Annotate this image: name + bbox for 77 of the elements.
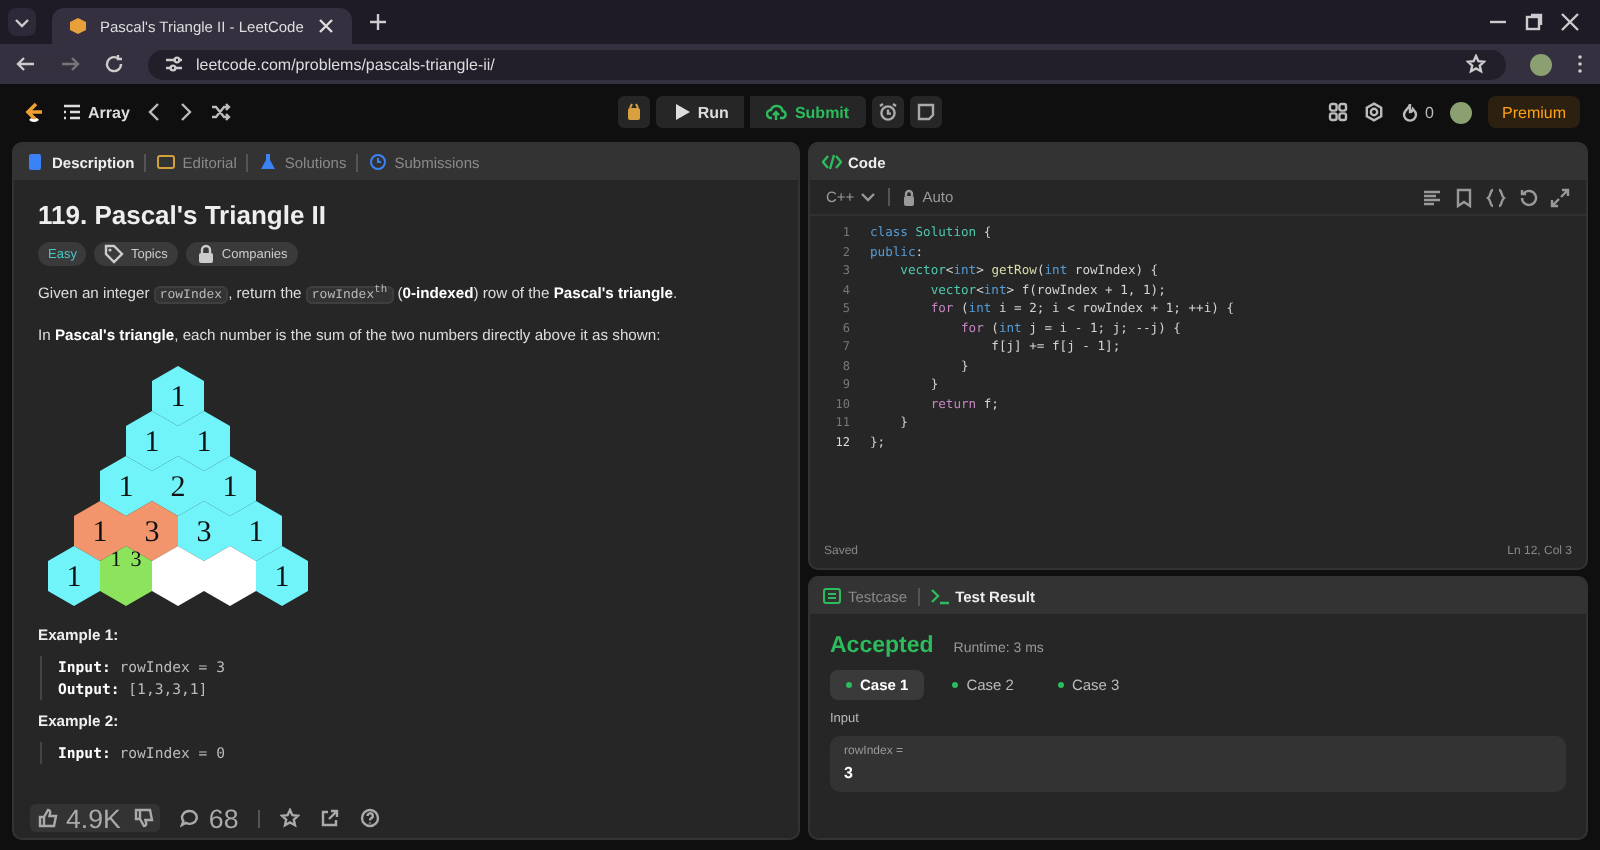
code-icon (822, 152, 842, 172)
menu-icon[interactable] (1576, 54, 1584, 74)
close-icon[interactable] (315, 16, 336, 36)
run-button[interactable]: Run (655, 96, 745, 128)
moving-number: 3 (130, 548, 142, 573)
lock-icon (902, 187, 917, 207)
star-icon[interactable] (1466, 54, 1486, 74)
play-icon (671, 102, 692, 122)
next-icon[interactable] (177, 102, 194, 122)
shuffle-icon[interactable] (209, 102, 232, 122)
alarm-clock-icon[interactable] (871, 96, 904, 128)
caret-icon (860, 190, 877, 204)
status-dot-icon (952, 682, 959, 688)
premium-button[interactable]: Premium (1488, 96, 1581, 128)
close-icon[interactable] (1560, 12, 1580, 32)
expand-icon[interactable] (1550, 187, 1570, 207)
status-dot-icon (1057, 682, 1064, 688)
cell-number: 1 (144, 427, 160, 460)
flame-icon[interactable] (1399, 102, 1420, 122)
document-icon (26, 152, 46, 172)
cell-number: 2 (170, 472, 186, 505)
previous-icon[interactable] (145, 102, 162, 122)
cell-number: 1 (196, 427, 212, 460)
moving-number: 1 (110, 548, 122, 573)
hexagon-logo-icon (68, 16, 88, 36)
star-icon[interactable] (280, 808, 301, 828)
format-icon[interactable] (1422, 187, 1442, 207)
parameter-value: 3 (844, 764, 855, 782)
cell-number: 1 (274, 562, 290, 595)
submit-button[interactable]: Submit (750, 96, 866, 128)
cell-number: 3 (196, 517, 212, 550)
flask-icon (258, 152, 279, 172)
avatar[interactable] (1530, 53, 1552, 75)
lock-icon (195, 244, 216, 264)
problem-title: 119. Pascal's Triangle II (38, 200, 329, 230)
address-field[interactable]: leetcode.com/problems/pascals-triangle-ii/ (148, 49, 1506, 79)
cell-number: 1 (92, 517, 108, 550)
cell-number: 1 (248, 517, 264, 550)
reset-icon[interactable] (1518, 187, 1538, 207)
avatar[interactable] (1450, 101, 1472, 123)
url-text: leetcode.com/problems/pascals-triangle-ii/ (196, 55, 495, 73)
cloud-upload-icon (766, 102, 789, 122)
cell-number: 1 (170, 382, 186, 415)
cell-number: 1 (118, 472, 134, 505)
cell-number: 1 (222, 472, 238, 505)
comment-icon (180, 808, 201, 828)
restore-icon[interactable] (1524, 12, 1544, 32)
problem-list-button[interactable]: Array (62, 102, 130, 122)
settings-icon[interactable] (1363, 102, 1384, 122)
status-dot-icon (846, 682, 852, 688)
checklist-icon (822, 586, 842, 606)
site-settings-icon[interactable] (164, 54, 184, 74)
note-icon[interactable] (909, 96, 942, 128)
bookmark-icon[interactable] (1454, 187, 1474, 207)
braces-icon[interactable] (1486, 187, 1506, 207)
back-icon[interactable] (16, 54, 36, 74)
tag-icon (104, 244, 125, 264)
comments-button[interactable]: 68 (180, 803, 239, 833)
clock-icon (368, 152, 389, 172)
dropdown-icon[interactable] (8, 8, 36, 36)
thumbs-up-icon (38, 808, 58, 828)
share-icon[interactable] (320, 808, 341, 828)
streak-count[interactable]: 0 (1425, 103, 1434, 121)
forward-icon[interactable] (60, 54, 80, 74)
help-icon[interactable] (360, 808, 381, 828)
cell-number: 1 (66, 562, 82, 595)
thumbs-down-icon[interactable] (128, 804, 161, 832)
like-button[interactable]: 4.9K (30, 804, 129, 832)
cell-number: 3 (144, 517, 160, 550)
grid-icon[interactable] (1327, 102, 1348, 122)
leetcode-logo-icon[interactable] (20, 99, 46, 125)
terminal-icon (929, 586, 950, 606)
book-icon (156, 152, 177, 172)
new-tab-icon[interactable] (367, 12, 388, 32)
list-icon (62, 102, 82, 122)
verdict-text: Accepted (830, 634, 934, 658)
reload-icon[interactable] (104, 54, 124, 74)
